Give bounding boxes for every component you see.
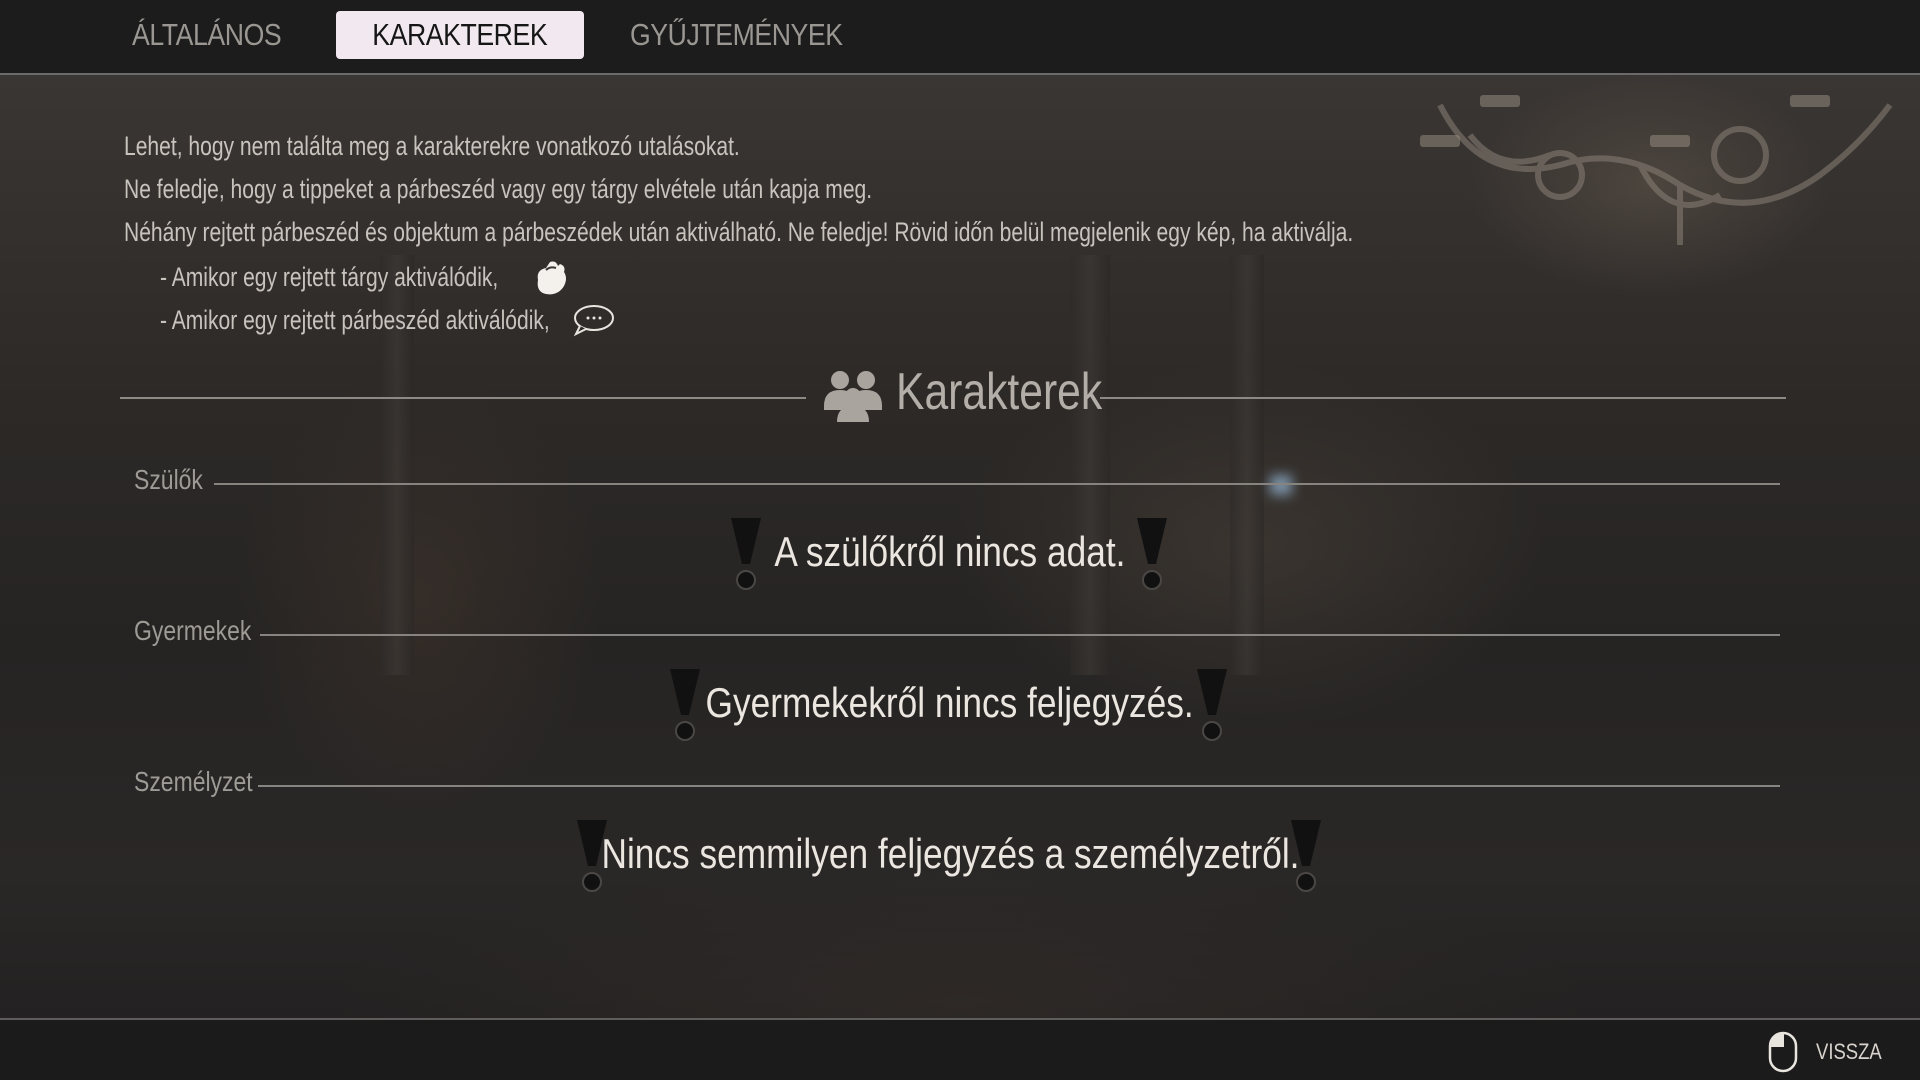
group-label-staff: Személyzet [134,766,253,797]
group-divider [260,634,1780,636]
empty-message-text: Gyermekekről nincs feljegyzés. [705,679,1195,726]
section-title: Karakterek [896,363,1103,421]
empty-message-staff: Nincs semmilyen feljegyzés a személyzetr… [0,830,1900,878]
hint-hidden-dialogue: - Amikor egy rejtett párbeszéd aktiválód… [160,305,550,335]
hint-hidden-object: - Amikor egy rejtett tárgy aktiválódik, [160,262,499,292]
background-light [1270,475,1292,495]
empty-message-parents: A szülőkről nincs adat. [0,528,1900,576]
group-label-children: Gyermekek [134,615,252,646]
tab-bar: ÁLTALÁNOS KARAKTEREK GYŰJTEMÉNYEK [0,0,1920,75]
group-label-parents: Szülők [134,464,203,495]
speech-bubble-icon [573,305,614,337]
people-icon [824,371,882,422]
tab-characters-label: KARAKTEREK [372,17,548,52]
group-divider [214,483,1780,485]
empty-message-text: Nincs semmilyen feljegyzés a személyzetr… [601,830,1299,877]
back-label: VISSZA [1815,1039,1882,1064]
characters-screen: ÁLTALÁNOS KARAKTEREK GYŰJTEMÉNYEK Lehet,… [0,0,1920,1080]
exclamation-icon [731,518,761,590]
background-pillar [1230,255,1264,675]
section-divider-right [1100,397,1786,399]
hint-line: Ne feledje, hogy a tippeket a párbeszéd … [124,174,873,204]
empty-message-text: A szülőkről nincs adat. [774,528,1126,575]
exclamation-icon [1137,518,1167,590]
exclamation-icon [670,669,700,741]
group-divider [258,785,1780,787]
mouse-icon [1768,1031,1797,1073]
exclamation-icon [577,820,607,892]
chandelier-decoration [1420,95,1893,245]
tab-general[interactable]: ÁLTALÁNOS [132,11,295,59]
exclamation-icon [1291,820,1321,892]
hint-line: Néhány rejtett párbeszéd és objektum a p… [124,217,1354,247]
hand-grab-icon [537,261,566,295]
bottom-bar: VISSZA [0,1018,1920,1080]
tab-characters[interactable]: KARAKTEREK [336,11,584,59]
back-button[interactable]: VISSZA [1768,1030,1894,1074]
hint-line: Lehet, hogy nem találta meg a karakterek… [124,131,740,161]
background-pillar [1070,255,1110,675]
exclamation-icon [1197,669,1227,741]
section-divider-left [120,397,806,399]
empty-message-children: Gyermekekről nincs feljegyzés. [0,679,1900,727]
tab-collections[interactable]: GYŰJTEMÉNYEK [630,11,843,59]
